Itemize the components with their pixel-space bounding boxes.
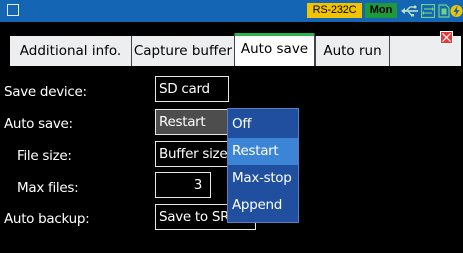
status-bar: RS-232C Mon [0, 0, 463, 22]
tab-auto-run[interactable]: Auto run [315, 36, 390, 66]
max-files-field[interactable]: 3 [155, 172, 211, 198]
network-icon [420, 2, 436, 20]
sd-card-icon [437, 2, 450, 20]
tab-capture-buffer[interactable]: Capture buffer [131, 36, 234, 66]
window-icon [7, 4, 19, 16]
tab-additional-info[interactable]: Additional info. [10, 36, 131, 66]
dropdown-option-max-stop[interactable]: Max-stop [228, 165, 298, 192]
power-icon [450, 2, 463, 20]
active-tab-indicator [235, 33, 314, 36]
usb-icon [400, 2, 420, 20]
interface-badge: RS-232C [307, 3, 362, 18]
tab-label: Auto run [323, 43, 382, 59]
dropdown-option-off[interactable]: Off [228, 111, 298, 138]
tab-strip: Additional info. Capture buffer Auto sav… [10, 33, 461, 66]
save-device-label: Save device: [4, 84, 87, 100]
auto-backup-label: Auto backup: [4, 211, 90, 227]
dropdown-option-append[interactable]: Append [228, 192, 298, 219]
tab-auto-save[interactable]: Auto save [234, 33, 315, 66]
tab-label: Additional info. [19, 43, 122, 59]
auto-save-label: Auto save: [4, 116, 73, 132]
file-size-field[interactable]: Buffer size [155, 141, 229, 167]
file-size-label: File size: [17, 148, 72, 164]
mode-badge: Mon [365, 3, 397, 18]
tab-label: Auto save [240, 41, 309, 57]
tab-bar: Additional info. Capture buffer Auto sav… [0, 22, 463, 66]
save-device-field[interactable]: SD card [155, 76, 229, 102]
auto-save-field[interactable]: Restart [155, 109, 229, 135]
close-button[interactable] [440, 31, 453, 44]
dropdown-option-restart[interactable]: Restart [228, 138, 298, 165]
max-files-label: Max files: [17, 180, 79, 196]
auto-save-dropdown: Off Restart Max-stop Append [227, 108, 299, 223]
close-icon [442, 33, 451, 42]
tab-label: Capture buffer [133, 43, 233, 59]
